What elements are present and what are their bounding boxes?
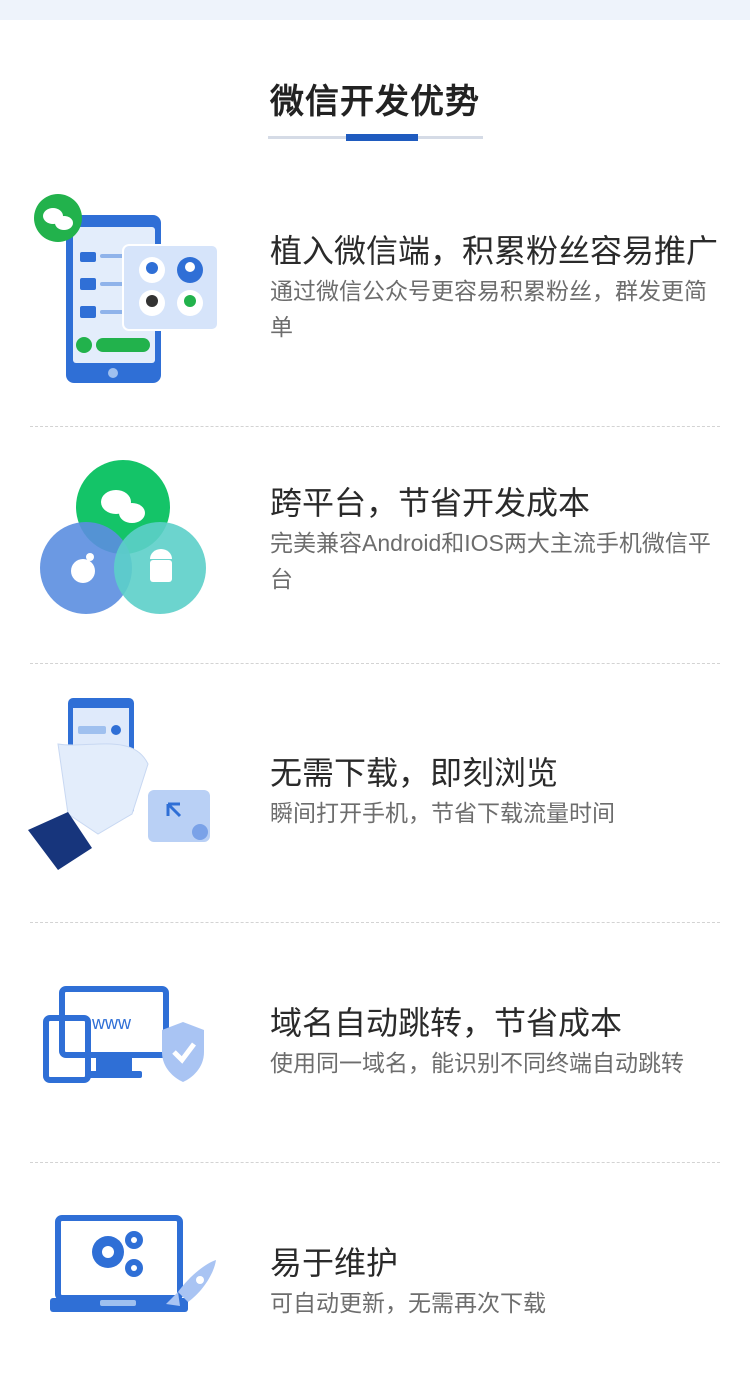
divider bbox=[30, 663, 720, 664]
divider bbox=[30, 426, 720, 427]
feature-desc: 通过微信公众号更容易积累粉丝，群发更简单 bbox=[270, 278, 707, 340]
feature-desc: 瞬间打开手机，节省下载流量时间 bbox=[270, 800, 615, 826]
feature-desc: 使用同一域名，能识别不同终端自动跳转 bbox=[270, 1050, 684, 1076]
feature-title: 无需下载，即刻浏览 bbox=[270, 755, 559, 791]
cross-platform-icon bbox=[40, 460, 206, 614]
hand-phone-icon bbox=[28, 698, 210, 870]
title-underline-accent bbox=[346, 134, 418, 141]
feature-desc: 完美兼容Android和IOS两大主流手机微信平台 bbox=[270, 530, 711, 592]
top-band bbox=[0, 0, 750, 20]
feature-title: 域名自动跳转，节省成本 bbox=[270, 1005, 623, 1041]
feature-desc: 可自动更新，无需再次下载 bbox=[270, 1290, 546, 1316]
phone-contacts-icon bbox=[34, 194, 219, 383]
feature-title: 跨平台，节省开发成本 bbox=[270, 485, 591, 521]
feature-title: 易于维护 bbox=[270, 1245, 399, 1281]
www-label: www bbox=[91, 1013, 132, 1033]
domain-redirect-icon: www bbox=[43, 986, 204, 1083]
section-title: 微信开发优势 bbox=[270, 83, 480, 121]
divider bbox=[30, 922, 720, 923]
divider bbox=[30, 1162, 720, 1163]
feature-title: 植入微信端，积累粉丝容易推广 bbox=[270, 233, 719, 269]
maintenance-icon bbox=[50, 1215, 216, 1312]
